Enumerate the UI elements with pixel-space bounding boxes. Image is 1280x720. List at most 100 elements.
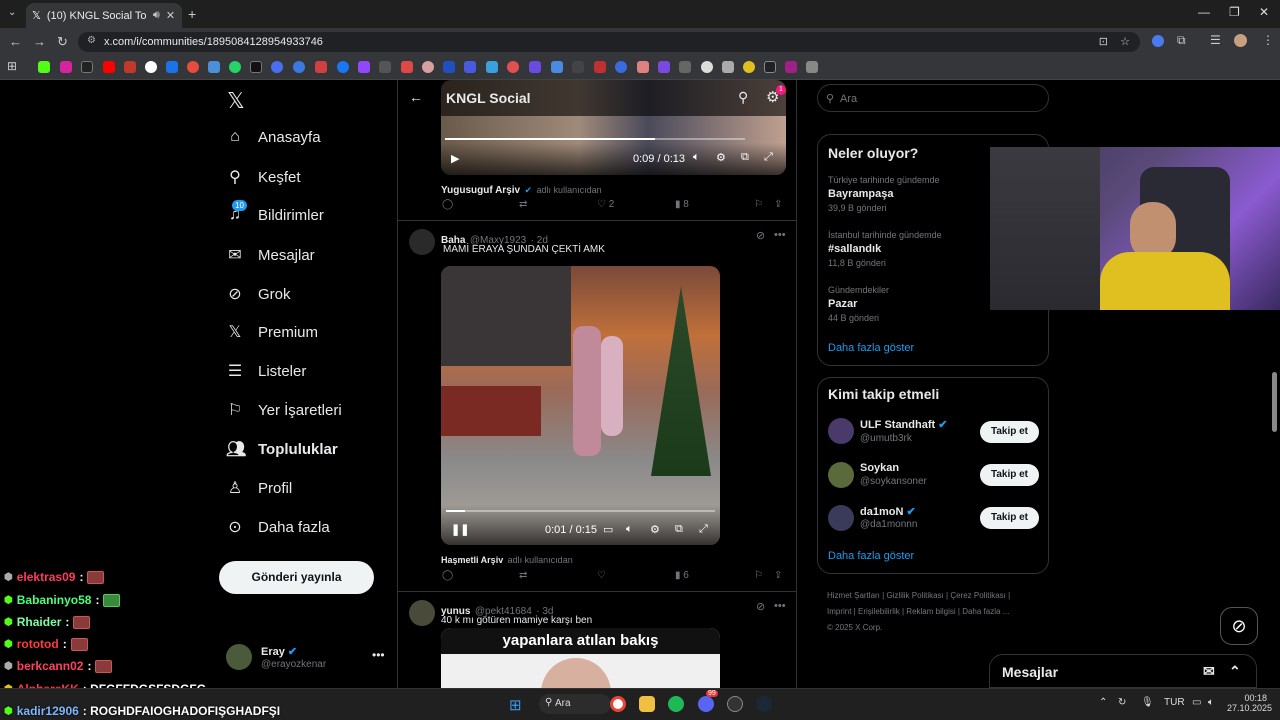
video-settings-icon[interactable]: ⚙: [650, 523, 660, 536]
facebook-bookmark-icon[interactable]: [337, 61, 349, 73]
bookmark-icon[interactable]: [250, 61, 262, 73]
forward-icon[interactable]: →: [33, 34, 46, 49]
new-tab-button[interactable]: +: [188, 6, 196, 22]
bookmark-icon[interactable]: [379, 61, 391, 73]
youtube-bookmark-icon[interactable]: [103, 61, 115, 73]
bookmark-icon[interactable]: [124, 61, 136, 73]
apps-icon[interactable]: ⊞: [7, 59, 17, 73]
bookmark-icon[interactable]: [701, 61, 713, 73]
video-source[interactable]: Haşmetli Arşiv adlı kullanıcıdan: [441, 550, 573, 568]
spotify-taskbar-icon[interactable]: [668, 696, 684, 712]
sidebar-item-grok[interactable]: ⊘ Grok: [226, 284, 290, 304]
sidebar-item-premium[interactable]: 𝕏 Premium: [226, 322, 318, 342]
follow-name[interactable]: da1moN ✔: [860, 505, 916, 518]
repost-icon[interactable]: ⇄: [519, 199, 527, 210]
trend-item[interactable]: Türkiye tarihinde gündemde Bayrampaşa 39…: [828, 175, 940, 213]
obs-taskbar-icon[interactable]: [727, 696, 743, 712]
tweet-image[interactable]: yapanlara atılan bakış: [441, 628, 720, 688]
profile-avatar-icon[interactable]: [1234, 34, 1247, 47]
show-more-link[interactable]: Daha fazla göster: [828, 342, 914, 354]
avatar[interactable]: [409, 600, 435, 626]
sidebar-item-lists[interactable]: ☰ Listeler: [226, 361, 307, 381]
more-dots-icon[interactable]: •••: [774, 600, 786, 612]
grok-fab-button[interactable]: ⊘: [1220, 607, 1258, 645]
sidebar-item-messages[interactable]: ✉ Mesajlar: [226, 245, 314, 265]
language-indicator[interactable]: TUR: [1164, 697, 1185, 708]
grok-icon[interactable]: ⊘: [756, 600, 765, 613]
clock[interactable]: 00:18 27.10.2025: [1227, 693, 1272, 713]
trend-item[interactable]: Gündemdekiler Pazar 44 B gönderi: [828, 285, 889, 323]
bookmark-icon[interactable]: [594, 61, 606, 73]
whatsapp-bookmark-icon[interactable]: [229, 61, 241, 73]
footer-link[interactable]: Daha fazla ...: [962, 607, 1009, 616]
grok-icon[interactable]: ⊘: [756, 229, 765, 242]
bookmark-icon[interactable]: [572, 61, 584, 73]
site-info-icon[interactable]: ⚙: [87, 35, 96, 46]
sync-icon[interactable]: ↻: [1118, 697, 1126, 708]
follow-name[interactable]: ULF Standhaft ✔: [860, 418, 947, 431]
footer-link[interactable]: Erişilebilirlik: [858, 607, 900, 616]
kick-bookmark-icon[interactable]: [38, 61, 50, 73]
sidebar-item-profile[interactable]: ♙ Profil: [226, 478, 292, 498]
sidebar-item-home[interactable]: ⌂ Anasayfa: [226, 128, 320, 146]
reddit-bookmark-icon[interactable]: [187, 61, 199, 73]
tab-search-icon[interactable]: ⌄: [8, 7, 16, 18]
footer-link[interactable]: Reklam bilgisi: [906, 607, 955, 616]
trend-item[interactable]: İstanbul tarihinde gündemde #sallandık 1…: [828, 230, 942, 268]
sidebar-item-bookmarks[interactable]: ⚐ Yer İşaretleri: [226, 400, 342, 420]
captions-icon[interactable]: ▭: [603, 523, 613, 536]
post-button[interactable]: Gönderi yayınla: [219, 561, 374, 594]
bookmark-icon[interactable]: [315, 61, 327, 73]
messages-drawer[interactable]: Mesajlar ✉ ⌃: [989, 654, 1257, 688]
bookmark-icon[interactable]: [464, 61, 476, 73]
sidebar-item-communities[interactable]: 👥︎ Topluluklar: [226, 439, 338, 459]
video-progress-track[interactable]: [445, 138, 745, 140]
discord-taskbar-icon[interactable]: 99: [698, 690, 718, 712]
bookmark-icon[interactable]: [401, 61, 413, 73]
bookmark-icon[interactable]: ⚐: [754, 570, 763, 581]
views-button[interactable]: ▮ 8: [675, 199, 689, 210]
pause-icon[interactable]: ❚❚: [451, 523, 469, 536]
google-bookmark-icon[interactable]: [145, 61, 157, 73]
x-bookmark-icon[interactable]: [81, 61, 93, 73]
bookmark-icon[interactable]: [443, 61, 455, 73]
chrome-taskbar-icon[interactable]: [610, 696, 626, 712]
maximize-button[interactable]: ❐: [1229, 5, 1240, 19]
bookmark-icon[interactable]: [293, 61, 305, 73]
minimize-button[interactable]: —: [1198, 5, 1210, 19]
bookmark-icon[interactable]: [208, 61, 220, 73]
share-icon[interactable]: ⇪: [774, 199, 782, 210]
back-arrow-icon[interactable]: ←: [409, 89, 423, 105]
taskbar-search[interactable]: ⚲ Ara: [539, 694, 611, 714]
mic-icon[interactable]: 🎙︎: [1141, 697, 1154, 708]
footer-link[interactable]: Çerez Politikası: [950, 591, 1006, 600]
browser-menu-icon[interactable]: ⋮: [1262, 33, 1274, 47]
footer-link[interactable]: Hizmet Şartları: [827, 591, 880, 600]
bookmark-icon[interactable]: [806, 61, 818, 73]
reply-icon[interactable]: ◯: [442, 570, 453, 581]
avatar[interactable]: [828, 505, 854, 531]
bookmark-icon[interactable]: [271, 61, 283, 73]
avatar[interactable]: [828, 462, 854, 488]
instagram-bookmark-icon[interactable]: [60, 61, 72, 73]
timeline[interactable]: ← KNGL Social ⚲ ⚙ 1 ▶ 0:09 / 0:13 🔈︎ ⚙ ⧉…: [397, 80, 797, 688]
address-bar[interactable]: ⚙ x.com/i/communities/189508412895493374…: [78, 32, 1140, 52]
bookmark-icon[interactable]: [507, 61, 519, 73]
tab-audio-icon[interactable]: 🔊︎: [153, 9, 160, 22]
bookmark-icon[interactable]: [658, 61, 670, 73]
fullscreen-icon[interactable]: ⤢: [699, 523, 708, 536]
pip-icon[interactable]: ⧉: [741, 151, 749, 164]
pip-icon[interactable]: ⧉: [675, 523, 683, 536]
views-button[interactable]: ▮ 6: [675, 570, 689, 581]
extension-icon[interactable]: [1152, 35, 1164, 47]
footer-link[interactable]: Imprint: [827, 607, 851, 616]
repost-icon[interactable]: ⇄: [519, 570, 527, 581]
tab-close-icon[interactable]: ✕: [166, 9, 175, 22]
twitch-bookmark-icon[interactable]: [358, 61, 370, 73]
sidebar-item-more[interactable]: ⊙ Daha fazla: [226, 517, 329, 537]
play-icon[interactable]: ▶: [451, 152, 459, 165]
start-menu-icon[interactable]: ⊞: [509, 696, 522, 714]
bookmark-icon[interactable]: [743, 61, 755, 73]
bookmark-icon[interactable]: [422, 61, 434, 73]
bookmark-icon[interactable]: [486, 61, 498, 73]
